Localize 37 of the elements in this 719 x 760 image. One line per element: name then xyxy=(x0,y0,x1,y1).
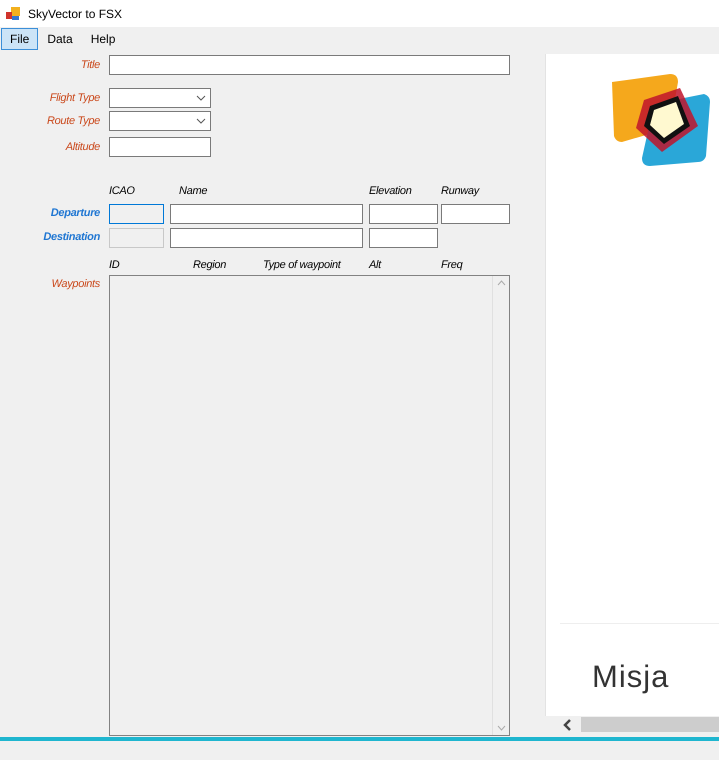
text-field[interactable] xyxy=(109,228,164,248)
text-field[interactable] xyxy=(109,137,211,157)
row-label: Departure xyxy=(50,206,100,222)
field-label: Altitude xyxy=(64,140,100,155)
text-field[interactable] xyxy=(369,204,438,224)
column-header: Alt xyxy=(369,258,382,272)
column-header: Region xyxy=(193,258,228,272)
menu-item[interactable]: Help xyxy=(82,28,124,50)
text-field[interactable] xyxy=(441,204,510,224)
column-header: Runway xyxy=(441,184,481,199)
caret-icon xyxy=(196,95,206,101)
row-label: Destination xyxy=(42,230,100,246)
scroll-left-icon[interactable] xyxy=(563,718,573,730)
column-header: Type of waypoint xyxy=(263,258,342,272)
text-field[interactable] xyxy=(109,55,510,75)
column-header: Freq xyxy=(441,258,464,272)
menu-item[interactable]: Data xyxy=(38,28,82,50)
text-field[interactable] xyxy=(170,204,363,224)
window-title: SkyVector to FSX xyxy=(28,6,122,22)
column-header: Name xyxy=(179,184,208,199)
dropdown[interactable] xyxy=(109,111,211,131)
menu-item[interactable]: File xyxy=(1,28,38,50)
field-label: Title xyxy=(80,58,100,73)
text-field[interactable] xyxy=(109,204,164,224)
column-header: ID xyxy=(109,258,120,272)
scrollbar-thumb[interactable] xyxy=(581,717,719,732)
text-field[interactable] xyxy=(170,228,363,248)
section-heading: Misja xyxy=(592,659,670,694)
field-label: Route Type xyxy=(46,114,100,129)
column-header: ICAO xyxy=(109,184,136,199)
text-field[interactable] xyxy=(369,228,438,248)
caret-icon xyxy=(196,118,206,124)
dropdown[interactable] xyxy=(109,88,211,108)
field-label: Flight Type xyxy=(48,90,100,106)
field-label: Waypoints xyxy=(50,277,100,292)
app-icon xyxy=(6,6,20,20)
column-header: Elevation xyxy=(369,184,413,199)
